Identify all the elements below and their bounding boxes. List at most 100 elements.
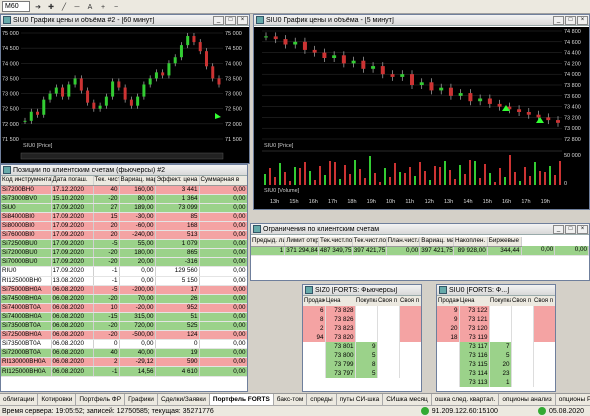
table-row[interactable]: Si73000BV0 15.10.2020 -20 80,00 1 364 0,00 — [1, 194, 247, 204]
ask-row[interactable]: 9 73 122 — [437, 306, 555, 315]
workspace-tab[interactable]: Графики — [125, 394, 158, 405]
table-row[interactable]: RI125000BH0A 06.08.2020 -1 14,56 4 610 0,00 — [1, 366, 247, 377]
workspace-tab[interactable]: Портфель FORTS — [209, 394, 274, 405]
column-header[interactable]: Продаж — [303, 296, 325, 306]
ask-row[interactable]: 6 73 828 — [303, 306, 421, 315]
column-header[interactable]: План.чист.поз. — [386, 237, 421, 247]
table-row[interactable]: Si80000BI0 17.09.2020 20 -60,00 168 0,00 — [1, 221, 247, 232]
table-row[interactable]: Si74000BH0A 06.08.2020 -15 315,00 51 0,00 — [1, 312, 247, 323]
bid-row[interactable]: 73 117 7 — [437, 342, 555, 351]
column-header[interactable]: Дата погаш. — [51, 176, 94, 186]
cursor-icon[interactable]: ✚ — [46, 2, 56, 12]
bid-row[interactable]: 73 799 8 — [303, 360, 421, 369]
bid-row[interactable]: 73 797 5 — [303, 369, 421, 378]
column-header[interactable]: Тек. чист.поз. — [93, 176, 120, 186]
minimize-button[interactable]: _ — [553, 15, 564, 25]
zoom-out-icon[interactable]: − — [111, 2, 121, 12]
workspace-tab[interactable]: путы СИ-шка — [337, 394, 384, 405]
ask-row[interactable]: 94 73 820 — [303, 333, 421, 342]
maximize-button[interactable]: □ — [565, 15, 576, 25]
arrow-icon[interactable]: ➜ — [33, 2, 43, 12]
table-row[interactable]: Si72500BU0 17.09.2020 -5 55,00 1 079 0,00 — [1, 239, 247, 250]
workspace-tab[interactable]: ошка след. квартал. — [432, 394, 500, 405]
ask-row[interactable]: 18 73 119 — [437, 333, 555, 342]
ask-row[interactable]: 2 73 823 — [303, 324, 421, 333]
column-header[interactable]: Своя п — [377, 296, 399, 306]
price-chart-60m-svg[interactable]: 75 000 75 000 74 500 74 500 74 000 74 000 73 5… — [1, 27, 249, 163]
price-chart-5m-svg[interactable]: 74 800 74 600 74 400 74 200 74 000 73 800 73 6… — [254, 27, 589, 209]
table-row[interactable]: Si74000BT0A 06.08.2020 10 -20,00 952 0,00 — [1, 303, 247, 313]
column-header[interactable]: Вариац. маржа — [419, 237, 454, 247]
workspace-tab[interactable]: бакс-том — [274, 394, 308, 405]
column-header[interactable]: Тек.чист.поз. ( — [352, 237, 387, 247]
table-row[interactable]: Si70000BU0 17.09.2020 -20 20,00 -316 0,00 — [1, 257, 247, 268]
column-header[interactable]: Цена — [459, 296, 489, 306]
column-header[interactable]: Предыд. лимит — [251, 237, 286, 247]
column-header[interactable]: Своя п — [533, 296, 555, 306]
column-header[interactable]: Покупка — [355, 296, 377, 306]
column-header[interactable]: Своя п — [511, 296, 533, 306]
bid-row[interactable]: 73 116 5 — [437, 351, 555, 360]
table-row[interactable]: SiU0 17.09.2020 27 189,00 73 099 0,00 — [1, 203, 247, 213]
minimize-button[interactable]: _ — [553, 224, 564, 234]
table-row[interactable]: RI130000BH0A 06.08.2020 2 -29,12 590 0,00 — [1, 357, 247, 368]
bid-row[interactable]: 73 113 1 — [437, 378, 555, 387]
table-row[interactable]: Si84000BI0 17.09.2020 15 -30,00 85 0,00 — [1, 212, 247, 222]
table-row[interactable]: Si73500BT0A 06.08.2020 -20 720,00 525 0,00 — [1, 321, 247, 332]
price-chart-5m[interactable]: 74 800 74 600 74 400 74 200 74 000 73 800 73 6… — [254, 27, 589, 209]
column-header[interactable]: Покупка — [489, 296, 511, 306]
line-tool-icon[interactable]: ╱ — [59, 2, 69, 12]
workspace-tab[interactable]: спреды — [307, 394, 337, 405]
ask-row[interactable]: 8 73 826 — [303, 315, 421, 324]
ask-row[interactable]: 20 73 120 — [437, 324, 555, 333]
column-header[interactable]: Суммарная в — [199, 176, 247, 186]
table-row[interactable]: Si7200BH0 17.12.2020 40 160,00 3 441 0,00 — [1, 185, 247, 195]
hline-tool-icon[interactable]: ─ — [72, 2, 82, 12]
workspace-tab[interactable]: опционы анализ — [499, 394, 556, 405]
column-header[interactable]: Лимит откр. поз. — [284, 237, 319, 247]
column-header[interactable]: Вариац. маржа — [119, 176, 156, 186]
table-row[interactable]: Si75000BH0A 06.08.2020 -5 -200,00 17 0,00 — [1, 285, 247, 295]
workspace-tab[interactable]: Сделки/Заявки — [158, 394, 210, 405]
column-header[interactable]: Цена — [325, 296, 355, 306]
workspace-tab[interactable]: опционы РТС — [556, 394, 590, 405]
table-row[interactable]: RIU0 17.09.2020 -1 0,00 129 560 0,00 — [1, 266, 247, 277]
workspace-tab[interactable]: СИшка месяц — [383, 394, 432, 405]
column-header[interactable]: Накоплен. доход — [453, 237, 488, 247]
price-chart-60m[interactable]: 75 000 75 000 74 500 74 500 74 000 74 000 73 5… — [1, 27, 249, 163]
table-row[interactable]: Si72000BT0A 06.08.2020 40 40,00 19 0,00 — [1, 348, 247, 359]
workspace-tab[interactable]: Котировки — [38, 394, 77, 405]
table-cell: Si72500BU0 — [1, 239, 52, 250]
minimize-button[interactable]: _ — [213, 15, 224, 25]
volume-bar — [444, 161, 446, 185]
column-header[interactable]: Своя п — [399, 296, 421, 306]
column-header[interactable]: Продаж — [437, 296, 459, 306]
column-header[interactable]: Код инструмента — [1, 176, 52, 186]
volume-bar — [549, 166, 551, 185]
column-header[interactable]: Биржевые сборы — [487, 237, 522, 247]
text-tool-icon[interactable]: A — [85, 2, 95, 12]
limits-row[interactable]: 1 371 294,84 487 349,75 397 421,75 0,00 397 4… — [251, 246, 589, 256]
table-row[interactable]: Si73500BT0A 06.08.2020 0 0,00 0 0,00 — [1, 339, 247, 350]
table-row[interactable]: RI125000BH0 13.08.2020 -1 0,00 5 150 0,00 — [1, 276, 247, 286]
workspace-tab[interactable]: Портфель ФР — [76, 394, 126, 405]
workspace-tab[interactable]: облигации — [0, 394, 39, 405]
table-row[interactable]: Si76000BI0 17.09.2020 20 -240,00 513 0,00 — [1, 230, 247, 241]
bid-row[interactable]: 73 800 5 — [303, 351, 421, 360]
bid-row[interactable]: 73 801 9 — [303, 342, 421, 351]
ask-row[interactable]: 9 73 121 — [437, 315, 555, 324]
table-row[interactable]: Si72000BU0 17.09.2020 -20 180,00 865 0,00 — [1, 248, 247, 259]
bid-row[interactable]: 73 114 23 — [437, 369, 555, 378]
timeframe-select[interactable]: M60 — [2, 1, 30, 12]
table-row[interactable]: Si72500BH0A 06.08.2020 -20 -500,00 124 0,00 — [1, 330, 247, 341]
table-row[interactable]: Si74500BH0A 06.08.2020 -20 70,00 26 0,00 — [1, 294, 247, 304]
close-button[interactable]: × — [577, 15, 588, 25]
close-button[interactable]: × — [577, 224, 588, 234]
column-header[interactable]: Тек.чист.поз. — [318, 237, 353, 247]
bid-row[interactable]: 73 115 20 — [437, 360, 555, 369]
maximize-button[interactable]: □ — [565, 224, 576, 234]
zoom-in-icon[interactable]: + — [98, 2, 108, 12]
column-header[interactable]: Эффект. цена — [155, 176, 200, 186]
maximize-button[interactable]: □ — [225, 15, 236, 25]
close-button[interactable]: × — [237, 15, 248, 25]
